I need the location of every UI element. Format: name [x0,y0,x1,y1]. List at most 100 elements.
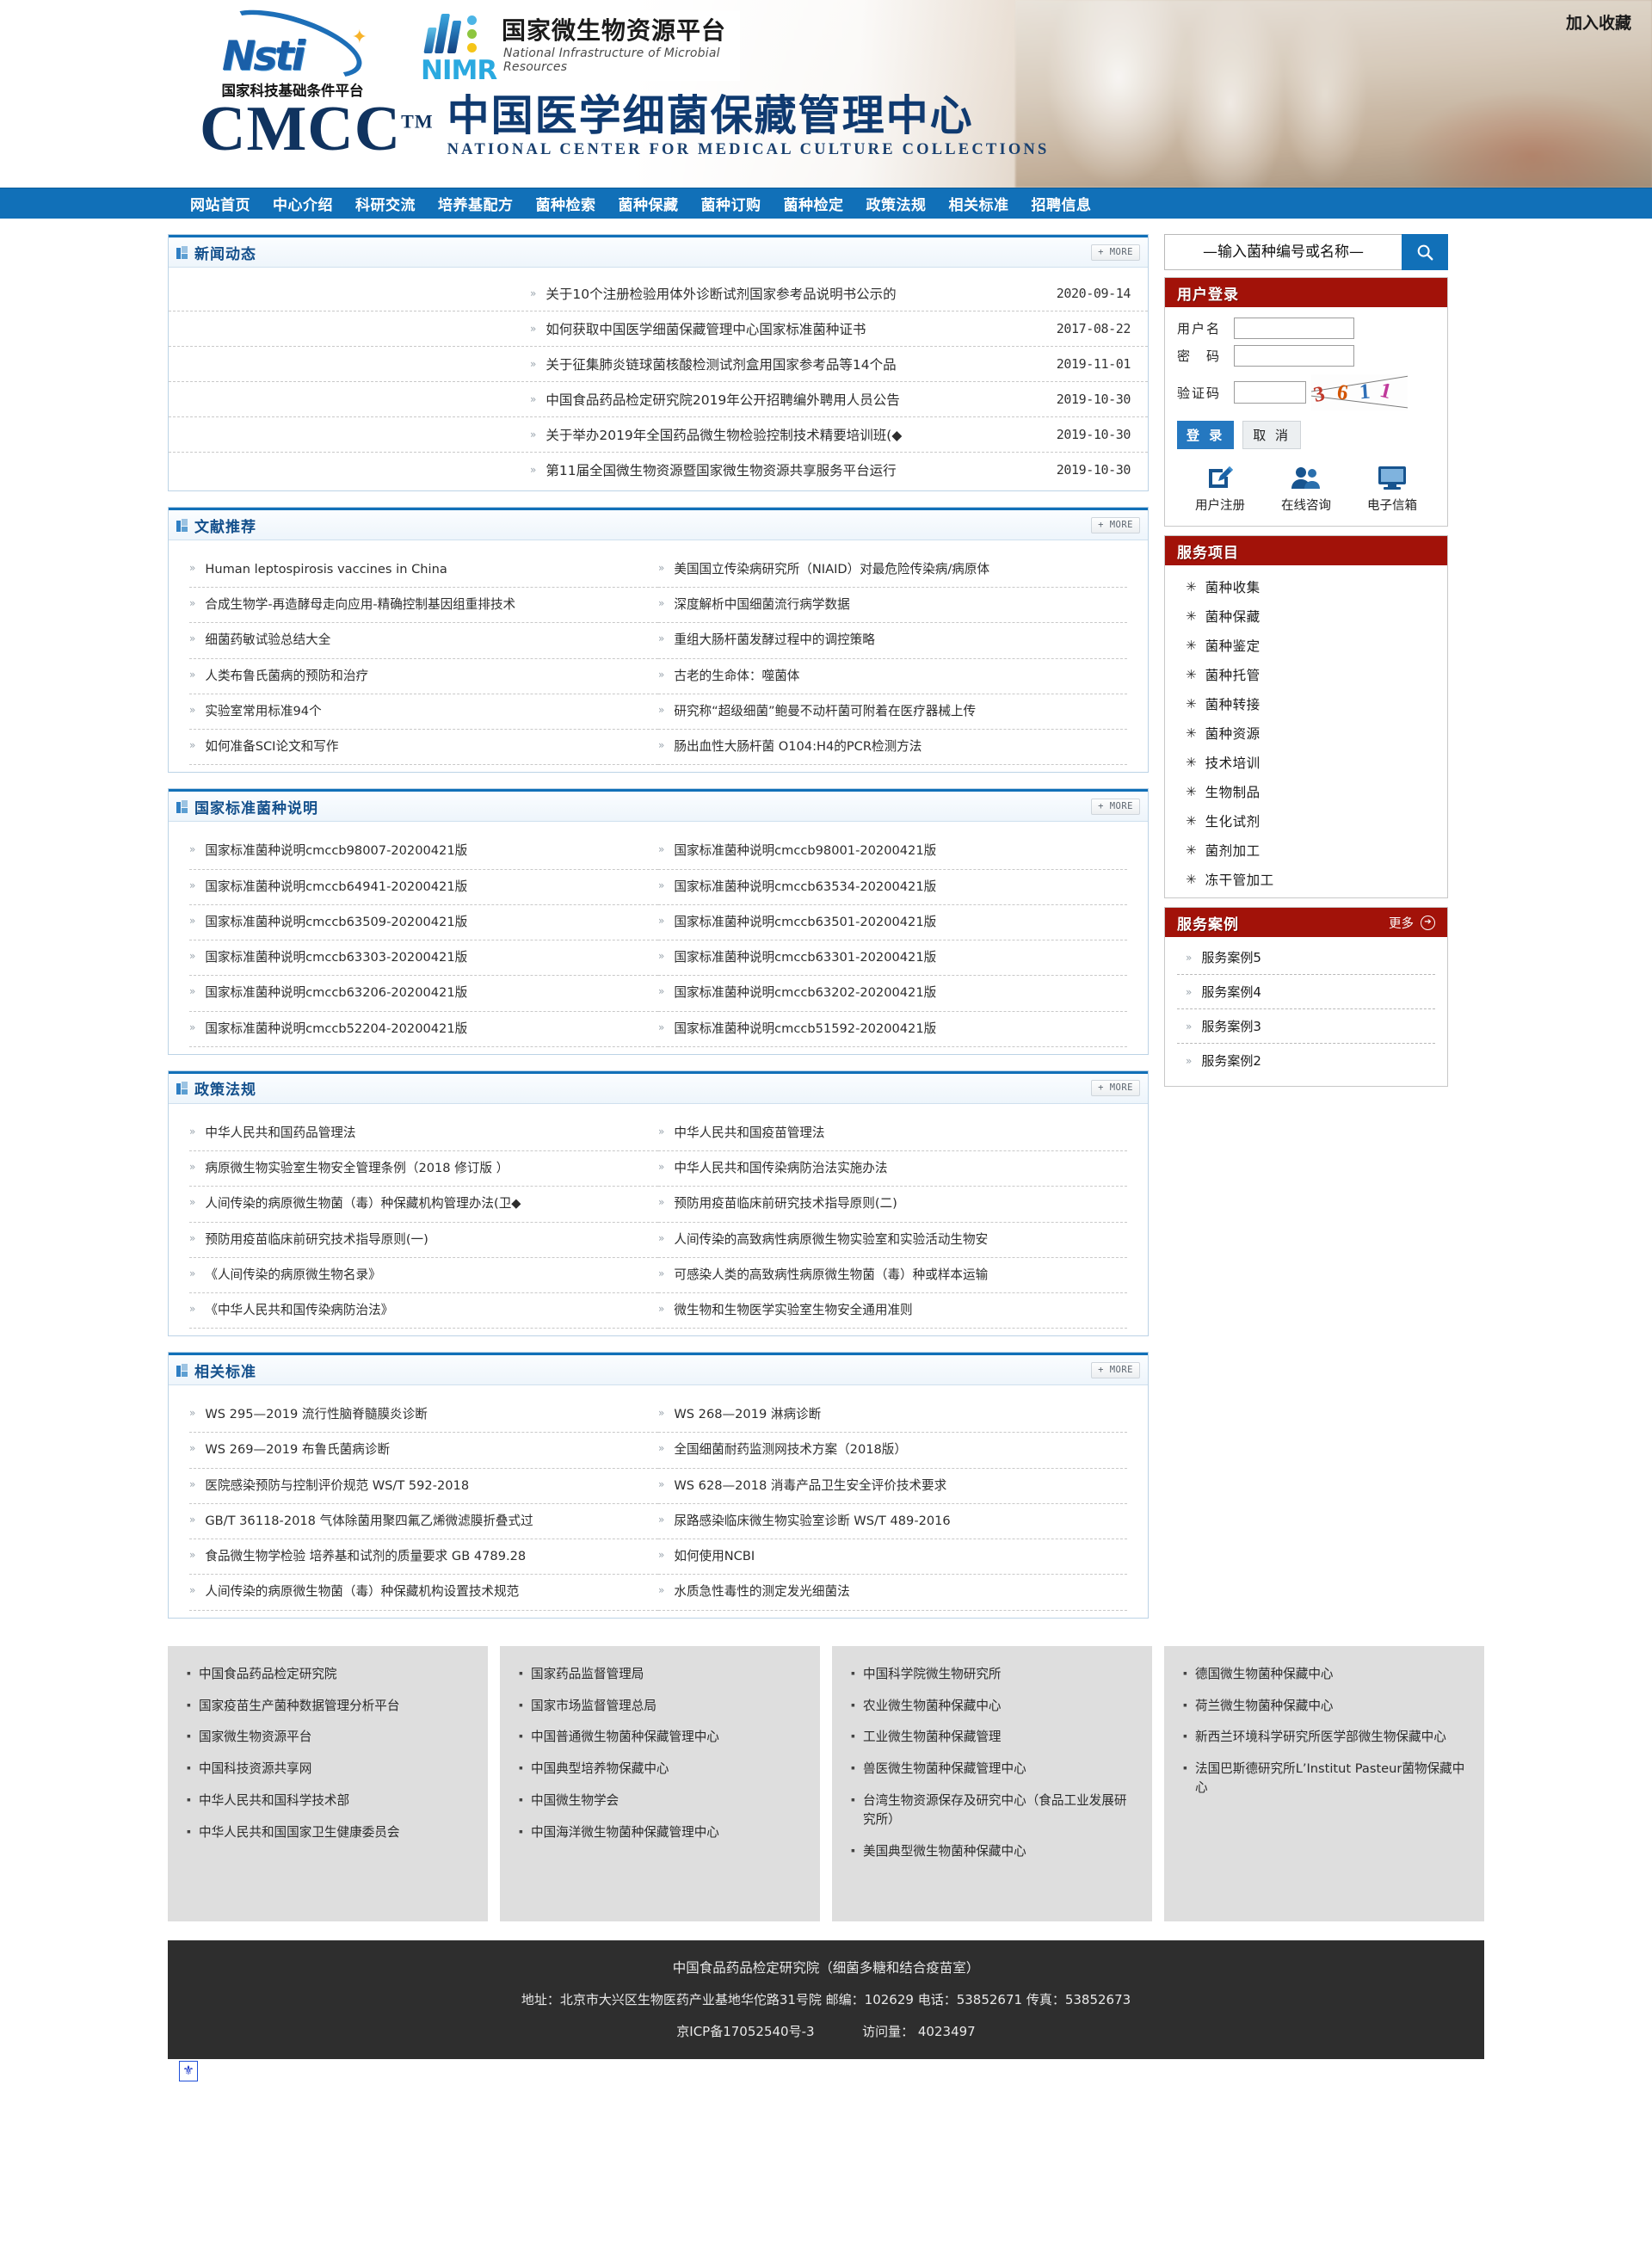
list-item[interactable]: »深度解析中国细菌流行病学数据 [658,588,1127,623]
friend-link-label[interactable]: 中国海洋微生物菌种保藏管理中心 [531,1823,719,1842]
case-item-label[interactable]: 服务案例2 [1201,1051,1261,1070]
list-item-label[interactable]: 预防用疫苗临床前研究技术指导原则(一) [205,1232,428,1248]
nav-item-media[interactable]: 培养基配方 [427,193,525,214]
list-item-label[interactable]: 中华人民共和国药品管理法 [205,1125,355,1141]
news-item-title[interactable]: 第11届全国微生物资源暨国家微生物资源共享服务平台运行 [546,460,896,479]
friend-link[interactable]: ▪国家疫苗生产菌种数据管理分析平台 [187,1697,472,1716]
friend-link[interactable]: ▪国家微生物资源平台 [187,1728,472,1747]
list-item[interactable]: »GB/T 36118-2018 气体除菌用聚四氟乙烯微滤膜折叠式过 [189,1504,658,1539]
list-item[interactable]: »人类布鲁氏菌病的预防和治疗 [189,659,658,694]
nav-item-standards[interactable]: 相关标准 [938,193,1020,214]
list-item-label[interactable]: 国家标准菌种说明cmccb63501-20200421版 [674,915,936,930]
cases-more-button[interactable]: 更多 ➔ [1389,914,1435,932]
list-item-label[interactable]: 古老的生命体：噬菌体 [674,669,799,684]
list-item[interactable]: »尿路感染临床微生物实验室诊断 WS/T 489-2016 [658,1504,1127,1539]
standard-strains-more-button[interactable]: + MORE [1091,799,1140,815]
nav-item-preservation[interactable]: 菌种保藏 [607,193,690,214]
list-item[interactable]: »如何准备SCI论文和写作 [189,730,658,765]
add-to-favorites-link[interactable]: 加入收藏 [1566,10,1631,34]
list-item[interactable]: »国家标准菌种说明cmccb63202-20200421版 [658,976,1127,1011]
list-item[interactable]: »国家标准菌种说明cmccb51592-20200421版 [658,1012,1127,1047]
list-item-label[interactable]: 合成生物学-再造酵母走向应用-精确控制基因组重排技术 [205,597,515,613]
friend-link-label[interactable]: 台湾生物资源保存及研究中心（食品工业发展研究所） [863,1791,1137,1829]
list-item-label[interactable]: 微生物和生物医学实验室生物安全通用准则 [674,1303,912,1318]
case-item-label[interactable]: 服务案例4 [1201,983,1261,1001]
list-item-label[interactable]: 国家标准菌种说明cmccb64941-20200421版 [205,879,467,895]
list-item-label[interactable]: 实验室常用标准94个 [205,704,321,719]
friend-link-label[interactable]: 美国典型微生物菌种保藏中心 [863,1842,1026,1861]
case-item[interactable]: »服务案例2 [1177,1044,1435,1077]
friend-link-label[interactable]: 工业微生物菌种保藏管理 [863,1728,1002,1747]
list-item[interactable]: »预防用疫苗临床前研究技术指导原则(一) [189,1223,658,1258]
list-item-label[interactable]: 国家标准菌种说明cmccb63202-20200421版 [674,985,936,1001]
list-item-label[interactable]: 国家标准菌种说明cmccb63301-20200421版 [674,950,936,965]
friend-link-label[interactable]: 德国微生物菌种保藏中心 [1195,1665,1334,1684]
list-item-label[interactable]: 细菌药敏试验总结大全 [205,632,330,648]
service-item[interactable]: ✳菌种收集 [1165,572,1447,601]
list-item-label[interactable]: WS 628—2018 消毒产品卫生安全评价技术要求 [674,1478,946,1494]
service-item-label[interactable]: 菌种鉴定 [1205,636,1261,655]
friend-link-label[interactable]: 中国典型培养物保藏中心 [531,1760,669,1779]
list-item-label[interactable]: 研究称“超级细菌”鲍曼不动杆菌可附着在医疗器械上传 [674,704,976,719]
service-item[interactable]: ✳菌种转接 [1165,689,1447,718]
friend-link-label[interactable]: 国家药品监督管理局 [531,1665,644,1684]
list-item-label[interactable]: 如何使用NCBI [674,1549,755,1564]
friend-link-label[interactable]: 国家疫苗生产菌种数据管理分析平台 [199,1697,400,1716]
list-item-label[interactable]: 国家标准菌种说明cmccb51592-20200421版 [674,1021,936,1037]
friend-link-label[interactable]: 中国食品药品检定研究院 [199,1665,337,1684]
list-item[interactable]: »食品微生物学检验 培养基和试剂的质量要求 GB 4789.28 [189,1539,658,1575]
list-item-label[interactable]: 国家标准菌种说明cmccb98007-20200421版 [205,843,467,859]
list-item-label[interactable]: 美国国立传染病研究所（NIAID）对最危险传染病/病原体 [674,562,989,577]
friend-link[interactable]: ▪中华人民共和国科学技术部 [187,1791,472,1810]
list-item[interactable]: »国家标准菌种说明cmccb63206-20200421版 [189,976,658,1011]
login-cancel-button[interactable]: 取 消 [1242,421,1301,449]
news-item-title[interactable]: 关于10个注册检验用体外诊断试剂国家参考品说明书公示的 [546,284,896,303]
list-item-label[interactable]: 国家标准菌种说明cmccb63206-20200421版 [205,985,467,1001]
list-item[interactable]: »实验室常用标准94个 [189,694,658,730]
service-item-label[interactable]: 菌种资源 [1205,724,1261,743]
list-item[interactable]: »人间传染的高致病性病原微生物实验室和实验活动生物安 [658,1223,1127,1258]
service-item-label[interactable]: 菌剂加工 [1205,841,1261,860]
list-item[interactable]: »中华人民共和国药品管理法 [189,1116,658,1151]
service-item-label[interactable]: 菌种转接 [1205,694,1261,713]
service-item-label[interactable]: 技术培训 [1205,753,1261,772]
news-item[interactable]: » 关于举办2019年全国药品微生物检验控制技术精要培训班(◆ 2019-10-… [169,417,1148,453]
nav-item-search[interactable]: 菌种检索 [525,193,607,214]
list-item-label[interactable]: 食品微生物学检验 培养基和试剂的质量要求 GB 4789.28 [205,1549,526,1564]
friend-link[interactable]: ▪美国典型微生物菌种保藏中心 [851,1842,1137,1861]
service-item[interactable]: ✳生化试剂 [1165,806,1447,836]
news-item[interactable]: » 如何获取中国医学细菌保藏管理中心国家标准菌种证书 2017-08-22 [169,311,1148,347]
list-item-label[interactable]: 预防用疫苗临床前研究技术指导原则(二) [674,1196,897,1212]
friend-link[interactable]: ▪中国科技资源共享网 [187,1760,472,1779]
list-item[interactable]: »可感染人类的高致病性病原微生物菌（毒）种或样本运输 [658,1258,1127,1293]
service-item-label[interactable]: 菌种保藏 [1205,607,1261,626]
list-item[interactable]: »国家标准菌种说明cmccb98007-20200421版 [189,834,658,869]
list-item[interactable]: »国家标准菌种说明cmccb63509-20200421版 [189,905,658,940]
list-item[interactable]: »Human leptospirosis vaccines in China [189,552,658,588]
list-item[interactable]: »WS 628—2018 消毒产品卫生安全评价技术要求 [658,1469,1127,1504]
email-shortcut[interactable]: 电子信箱 [1353,463,1432,514]
nav-item-testing[interactable]: 菌种检定 [773,193,855,214]
case-item-label[interactable]: 服务案例3 [1201,1017,1261,1035]
news-item[interactable]: » 中国食品药品检定研究院2019年公开招聘编外聘用人员公告 2019-10-3… [169,382,1148,417]
news-item[interactable]: » 第11届全国微生物资源暨国家微生物资源共享服务平台运行 2019-10-30 [169,453,1148,487]
service-item[interactable]: ✳技术培训 [1165,748,1447,777]
list-item[interactable]: »《人间传染的病原微生物名录》 [189,1258,658,1293]
service-item[interactable]: ✳菌种保藏 [1165,601,1447,631]
service-item[interactable]: ✳生物制品 [1165,777,1447,806]
list-item-label[interactable]: 中华人民共和国疫苗管理法 [674,1125,824,1141]
list-item-label[interactable]: 国家标准菌种说明cmccb98001-20200421版 [674,843,936,859]
list-item[interactable]: »古老的生命体：噬菌体 [658,659,1127,694]
service-item[interactable]: ✳菌种托管 [1165,660,1447,689]
friend-link-label[interactable]: 中华人民共和国科学技术部 [199,1791,349,1810]
news-item-title[interactable]: 关于征集肺炎链球菌核酸检测试剂盒用国家参考品等14个品 [546,355,896,373]
literature-more-button[interactable]: + MORE [1091,517,1140,533]
list-item-label[interactable]: 《人间传染的病原微生物名录》 [205,1267,380,1283]
list-item[interactable]: »细菌药敏试验总结大全 [189,623,658,658]
footer-icp[interactable]: 京ICP备17052540号-3 [676,2024,814,2039]
nimr-logo[interactable]: NIMR 国家微生物资源平台 National Infrastructure o… [417,10,740,81]
friend-link[interactable]: ▪中国普通微生物菌种保藏管理中心 [519,1728,804,1747]
captcha-image[interactable]: 3 6 1 1 [1311,374,1408,410]
friend-link-label[interactable]: 中国科技资源共享网 [199,1760,311,1779]
friend-link-label[interactable]: 中国普通微生物菌种保藏管理中心 [531,1728,719,1747]
